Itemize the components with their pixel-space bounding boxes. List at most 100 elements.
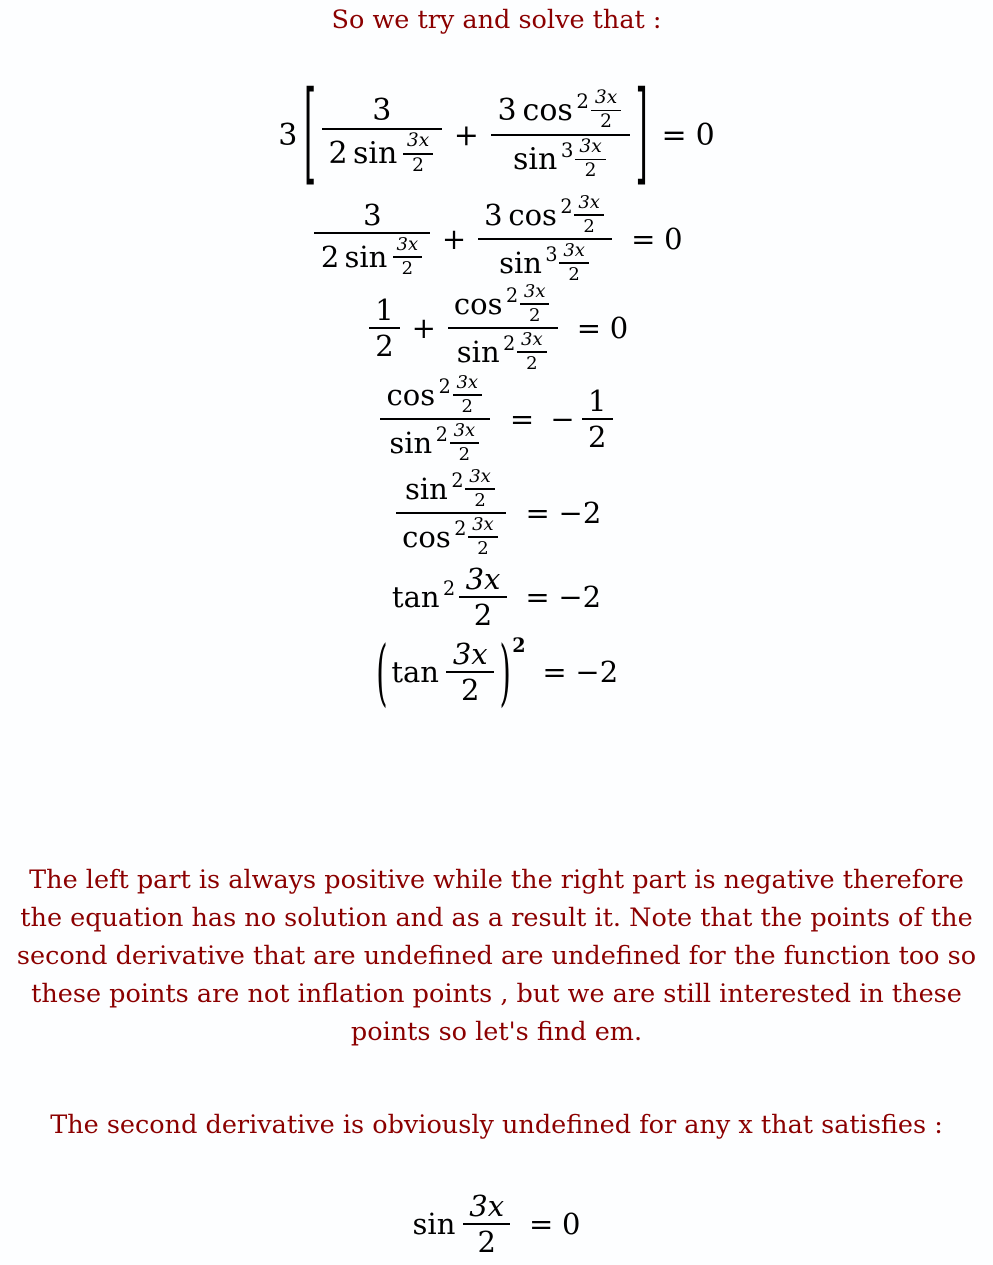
eq5-num-argument: 3x 2: [465, 466, 495, 511]
paragraph-1-line-4: these points are not inflation points , …: [31, 979, 962, 1009]
eq3-relation: =: [576, 311, 602, 345]
eq4-left-fraction: cos 2 3x 2 sin 2 3x 2: [380, 372, 491, 465]
eq3-term-2-numerator: cos 2 3x 2: [448, 281, 558, 327]
eq7-argument: 3x 2: [446, 636, 495, 706]
eq2-term-2-den-argument: 3x 2: [559, 240, 589, 285]
equation-6-row: tan 2 3x 2 = −2: [391, 561, 602, 632]
eq4-num-arg-denominator: 2: [461, 395, 473, 417]
eq2-term-2-num-arg-denominator: 2: [583, 215, 595, 237]
eq3-term-2-denominator: sin 2 3x 2: [450, 329, 554, 374]
eq1-term-2-num-arg-denominator: 2: [600, 111, 612, 133]
eq8-argument: 3x 2: [462, 1189, 511, 1259]
equation-8-row: sin 3x 2 = 0: [412, 1189, 581, 1259]
eq8-relation: =: [529, 1207, 554, 1241]
eq2-plus-operator: +: [441, 222, 467, 256]
eq4-den-arg-denominator: 2: [458, 443, 471, 465]
eq7-power: 2: [512, 633, 526, 657]
equation-3-row: 1 2 + cos 2 3x 2 sin 2 3x 2 = 0: [365, 281, 629, 374]
paragraph-2-text: The second derivative is obviously undef…: [50, 1110, 943, 1140]
eq1-term-1-den-argument: 3x 2: [402, 130, 434, 176]
eq1-term-2-denominator: sin 3 3x 2: [506, 136, 614, 182]
eq1-term-1-denominator: 2 sin 3x 2: [322, 130, 442, 176]
eq7-arg-numerator: 3x: [452, 636, 488, 671]
paragraph-1-line-2: the equation has no solution and as a re…: [20, 903, 973, 933]
eq1-term-2-den-arg-numerator: 3x: [579, 136, 602, 157]
equation-7: ( tan 3x 2 ) 2 = −2: [0, 630, 993, 715]
equation-6: tan 2 3x 2 = −2: [0, 561, 993, 632]
eq4-rhs-denominator: 2: [588, 420, 607, 454]
eq1-term-2-den-argument: 3x 2: [575, 136, 606, 182]
eq1-term-1-fraction: 3 2 sin 3x 2: [321, 93, 442, 177]
eq1-bracket-close: ]: [635, 72, 648, 198]
eq8-arg-denominator: 2: [477, 1225, 496, 1259]
eq5-numerator: sin 2 3x 2: [399, 466, 503, 512]
paragraph-1-line-1: The left part is always positive while t…: [29, 865, 964, 895]
eq1-term-2-num-coefficient: 3: [497, 92, 517, 128]
eq3-term-2-den-arg-denominator: 2: [526, 352, 538, 374]
eq2-term-2-den-function: sin: [499, 245, 542, 280]
eq4-den-arg-numerator: 3x: [453, 420, 476, 441]
eq1-term-1-den-arg-denominator: 2: [412, 154, 424, 176]
eq3-term-2-num-argument: 3x 2: [519, 281, 550, 326]
eq1-relation: =: [661, 117, 687, 153]
eq1-term-1-den-coefficient: 2: [328, 136, 348, 171]
eq6-relation: =: [525, 580, 550, 614]
explanation-paragraph-2: The second derivative is obviously undef…: [0, 1106, 993, 1144]
eq4-denominator: sin 2 3x 2: [383, 420, 487, 465]
eq2-term-1-denominator: 2 sin 3x 2: [314, 234, 430, 279]
eq5-num-arg-denominator: 2: [474, 489, 486, 511]
eq5-num-arg-numerator: 3x: [469, 466, 491, 488]
eq3-term-2-den-argument: 3x 2: [517, 329, 547, 374]
eq3-term-2-den-arg-numerator: 3x: [521, 329, 543, 350]
equation-1-row: 3 [ 3 2 sin 3x 2 + 3 cos 2 3x 2 sin 3 3x…: [278, 72, 715, 198]
eq2-term-1-den-function: sin: [344, 240, 388, 274]
eq5-num-function: sin: [405, 471, 448, 506]
eq6-right-hand-side: −2: [558, 580, 602, 614]
eq7-paren-close: ): [499, 629, 511, 715]
eq1-leading-coefficient: 3: [278, 117, 298, 153]
paragraph-1-line-3: second derivative that are undefined are…: [16, 941, 977, 971]
eq2-term-2-den-arg-numerator: 3x: [563, 240, 585, 261]
eq3-right-hand-side: 0: [609, 311, 629, 345]
eq4-den-argument: 3x 2: [449, 420, 480, 465]
eq5-relation: =: [525, 496, 550, 530]
eq1-term-2-numerator: 3 cos 2 3x 2: [491, 86, 630, 134]
eq5-den-argument: 3x 2: [468, 514, 498, 559]
eq1-term-2-den-arg-denominator: 2: [584, 160, 597, 182]
eq1-term-2-fraction: 3 cos 2 3x 2 sin 3 3x 2: [490, 86, 630, 182]
equation-3: 1 2 + cos 2 3x 2 sin 2 3x 2 = 0: [0, 281, 993, 373]
eq1-term-2-num-arg-numerator: 3x: [594, 86, 618, 108]
equation-8: sin 3x 2 = 0: [0, 1189, 993, 1259]
eq8-right-hand-side: 0: [562, 1207, 581, 1241]
eq4-num-function: cos: [386, 377, 436, 412]
paragraph-1-line-5: points so let's find em.: [350, 1017, 643, 1047]
eq1-right-hand-side: 0: [695, 117, 715, 153]
eq3-term-2-den-function: sin: [456, 334, 500, 369]
eq2-right-hand-side: 0: [664, 222, 683, 256]
eq2-term-2-fraction: 3 cos 2 3x 2 sin 3 3x 2: [477, 192, 613, 285]
eq2-term-1-den-arg-numerator: 3x: [396, 234, 419, 256]
equation-4-row: cos 2 3x 2 sin 2 3x 2 = − 1 2: [376, 372, 617, 465]
equation-1: 3 [ 3 2 sin 3x 2 + 3 cos 2 3x 2 sin 3 3x…: [0, 72, 993, 198]
eq2-term-1-numerator: 3: [363, 197, 382, 232]
eq1-plus-operator: +: [453, 117, 479, 153]
eq8-function: sin: [412, 1207, 456, 1241]
eq2-term-2-num-coefficient: 3: [484, 197, 503, 232]
eq4-num-argument: 3x 2: [452, 372, 483, 417]
eq6-argument: 3x 2: [459, 562, 507, 631]
eq4-rhs-numerator: 1: [588, 383, 607, 418]
eq5-den-arg-denominator: 2: [477, 537, 489, 559]
eq2-term-2-num-argument: 3x 2: [574, 192, 604, 237]
eq3-plus-operator: +: [411, 311, 436, 345]
eq3-term-2-num-arg-numerator: 3x: [523, 281, 546, 303]
eq4-den-function: sin: [389, 425, 433, 460]
eq2-term-2-denominator: sin 3 3x 2: [493, 240, 597, 285]
eq4-minus-sign: −: [550, 402, 575, 436]
eq2-term-1-den-argument: 3x 2: [392, 234, 423, 279]
equation-2: 3 2 sin 3x 2 + 3 cos 2 3x 2 sin 3 3x 2 =…: [0, 192, 993, 285]
eq7-relation: =: [542, 655, 567, 689]
eq6-function: tan: [391, 580, 440, 614]
eq2-term-2-num-function: cos: [508, 197, 557, 232]
eq2-term-2-num-arg-numerator: 3x: [578, 192, 600, 214]
equation-7-row: ( tan 3x 2 ) 2 = −2: [375, 630, 618, 715]
